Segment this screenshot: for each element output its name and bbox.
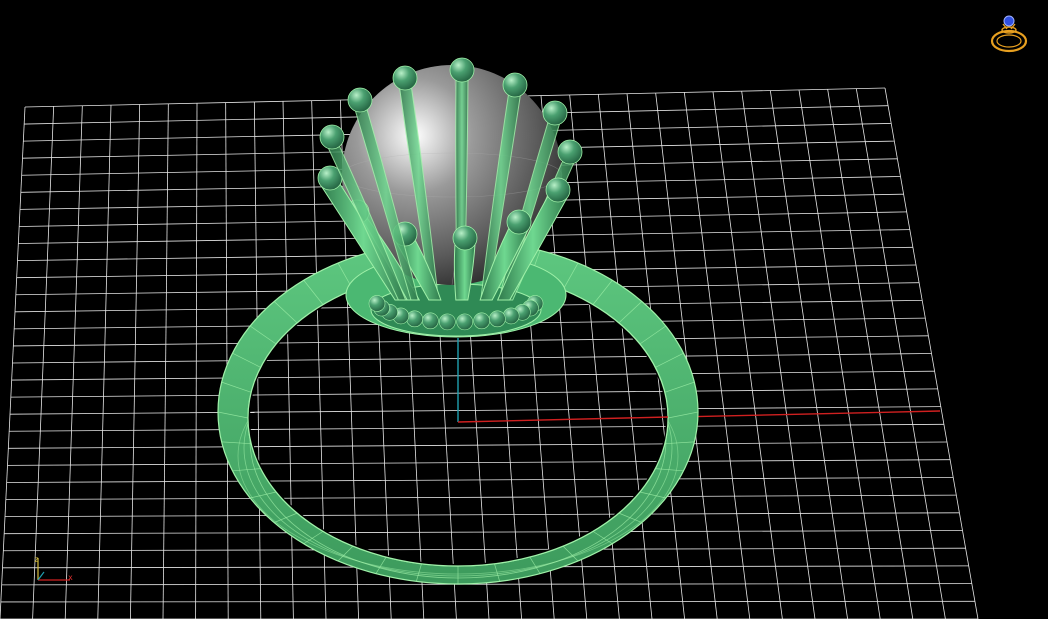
viewport-canvas[interactable]: [0, 0, 1048, 619]
view-cube[interactable]: [984, 12, 1034, 56]
axis-triad: x z: [30, 550, 82, 590]
3d-viewport[interactable]: x z: [0, 0, 1048, 619]
ring-view-cube-icon[interactable]: [984, 12, 1034, 56]
x-axis-label: x: [68, 573, 73, 582]
z-axis-label: z: [34, 555, 39, 564]
